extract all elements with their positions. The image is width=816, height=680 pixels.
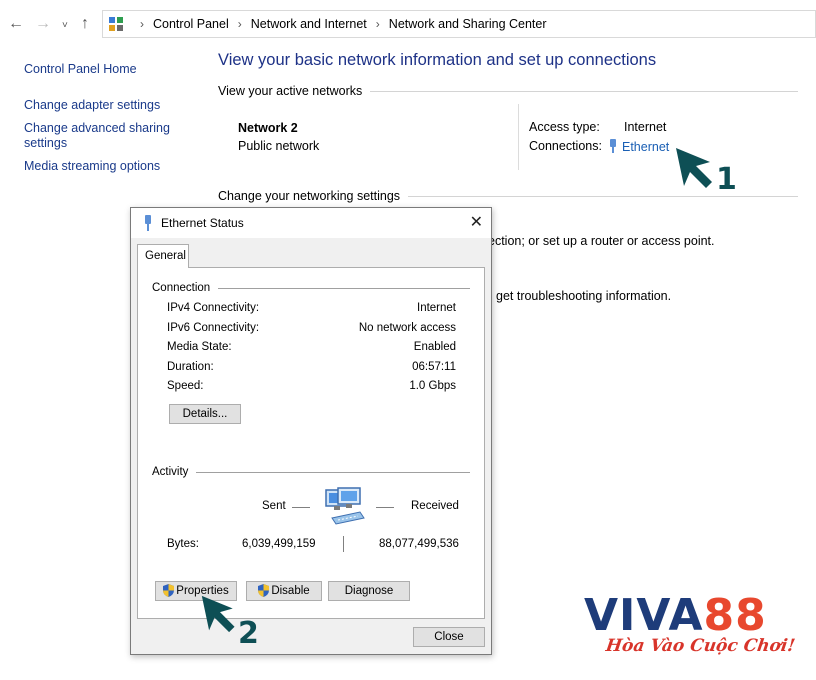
pointer-arrow-icon — [676, 148, 712, 188]
received-label: Received — [411, 500, 459, 512]
media-state-value: Enabled — [413, 341, 456, 353]
bytes-received-value: 88,077,499,536 — [379, 538, 459, 550]
ipv4-value: Internet — [417, 302, 456, 314]
disable-label: Disable — [271, 585, 310, 597]
ethernet-icon — [143, 215, 153, 234]
troubleshoot-text: get troubleshooting information. — [496, 289, 672, 303]
recent-dropdown-icon[interactable]: ˅ — [62, 16, 68, 36]
duration-label: Duration: — [167, 361, 214, 373]
chevron-right-icon: › — [140, 17, 144, 31]
network-category: Public network — [238, 139, 320, 153]
brand-tagline: Hòa Vào Cuộc Chơi! — [604, 636, 797, 656]
activity-divider — [343, 536, 344, 552]
connection-group-label: Connection — [152, 282, 211, 294]
bytes-label: Bytes: — [167, 538, 199, 550]
close-button[interactable]: Close — [413, 627, 485, 647]
ethernet-icon — [608, 139, 622, 154]
address-bar[interactable]: › Control Panel › Network and Internet ›… — [102, 10, 816, 38]
activity-group-label: Activity — [152, 466, 189, 478]
breadcrumb-sharing-center[interactable]: Network and Sharing Center — [389, 17, 547, 31]
sidebar-item-media-streaming[interactable]: Media streaming options — [24, 159, 160, 174]
sidebar-item-control-panel-home[interactable]: Control Panel Home — [24, 62, 137, 77]
brand-logo: VIVA88 — [584, 594, 767, 638]
active-networks-label: View your active networks — [218, 84, 363, 98]
tab-general[interactable]: General — [137, 244, 189, 268]
ipv4-label: IPv4 Connectivity: — [167, 302, 260, 314]
access-type-label: Access type: — [529, 120, 600, 134]
forward-arrow-icon[interactable]: → — [35, 14, 51, 34]
chevron-right-icon: › — [237, 17, 242, 31]
page-title: View your basic network information and … — [218, 51, 657, 69]
ethernet-connection-link[interactable]: Ethernet — [608, 139, 669, 154]
speed-value: 1.0 Gbps — [409, 380, 456, 392]
sidebar-item-change-adapter[interactable]: Change adapter settings — [24, 98, 160, 113]
activity-group: Activity — [152, 466, 470, 478]
step-1-label: 1 — [716, 162, 737, 197]
details-button[interactable]: Details... — [169, 404, 241, 424]
step-2-label: 2 — [238, 616, 259, 651]
setup-connection-text: ection; or set up a router or access poi… — [488, 234, 715, 248]
active-networks-header: View your active networks — [218, 84, 798, 98]
chevron-right-icon: › — [375, 17, 380, 31]
connections-label: Connections: — [529, 139, 602, 153]
control-panel-icon — [109, 17, 123, 31]
back-arrow-icon[interactable]: ← — [8, 14, 24, 34]
close-icon[interactable]: ✕ — [470, 212, 483, 232]
network-computers-icon — [324, 486, 370, 533]
duration-value: 06:57:11 — [412, 361, 456, 373]
access-type-value: Internet — [624, 120, 667, 134]
ipv6-value: No network access — [358, 322, 456, 334]
dialog-titlebar[interactable]: Ethernet Status ✕ — [131, 208, 491, 238]
change-settings-label: Change your networking settings — [218, 189, 401, 203]
media-state-label: Media State: — [167, 341, 232, 353]
disable-button[interactable]: Disable — [246, 581, 322, 601]
divider — [518, 104, 519, 170]
speed-label: Speed: — [167, 380, 204, 392]
dialog-title: Ethernet Status — [161, 216, 244, 230]
ipv6-label: IPv6 Connectivity: — [167, 322, 260, 334]
brand-viva: VIVA — [584, 590, 704, 641]
general-panel: Connection IPv4 Connectivity: Internet I… — [137, 267, 485, 619]
network-name: Network 2 — [238, 121, 298, 135]
uac-shield-icon — [163, 584, 175, 603]
sent-line — [292, 507, 310, 508]
up-arrow-icon[interactable]: ↑ — [81, 14, 89, 34]
breadcrumb-network-internet[interactable]: Network and Internet — [251, 17, 367, 31]
sent-label: Sent — [262, 500, 286, 512]
ethernet-link-label[interactable]: Ethernet — [622, 140, 669, 154]
ethernet-status-dialog: Ethernet Status ✕ General Connection IPv… — [130, 207, 492, 655]
pointer-arrow-icon — [201, 595, 235, 633]
bytes-sent-value: 6,039,499,159 — [242, 538, 316, 550]
brand-88: 88 — [703, 590, 767, 641]
change-settings-header: Change your networking settings — [218, 189, 798, 203]
diagnose-button[interactable]: Diagnose — [328, 581, 410, 601]
uac-shield-icon — [258, 584, 270, 603]
connection-group: Connection — [152, 282, 470, 294]
sidebar-item-advanced-sharing[interactable]: Change advanced sharing settings — [24, 121, 184, 151]
breadcrumb-control-panel[interactable]: Control Panel — [153, 17, 229, 31]
received-line — [376, 507, 394, 508]
